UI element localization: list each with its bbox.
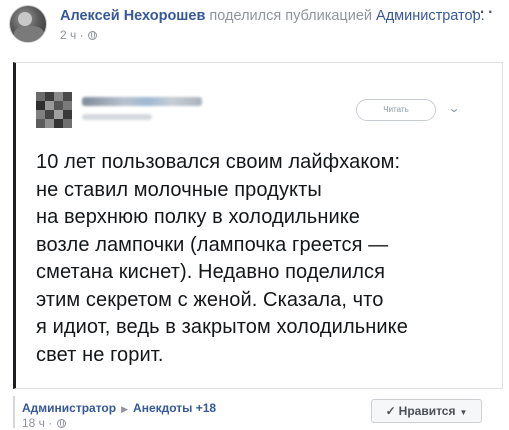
blurred-handle	[82, 114, 152, 120]
more-options-icon[interactable]: ···	[470, 0, 495, 22]
chevron-down-icon: ⌄	[447, 101, 461, 115]
meta-separator: ·	[76, 28, 87, 42]
like-button[interactable]: ✓ Нравится ▼	[371, 399, 482, 423]
blurred-username	[82, 97, 202, 106]
blurred-avatar	[36, 92, 72, 128]
footer-meta: 18 ч ·	[22, 416, 66, 430]
post-header: Алексей Нехорошев поделился публикацией …	[0, 0, 509, 56]
footer-divider	[13, 396, 15, 428]
checkmark-icon: ✓	[385, 404, 396, 418]
footer-timestamp[interactable]: 18 ч	[22, 416, 45, 430]
tweet-text: 10 лет пользовался своим лайфхаком: не с…	[36, 151, 408, 366]
like-button-label: Нравится	[398, 404, 456, 418]
breadcrumb-group-link[interactable]: Анекдоты +18	[133, 401, 216, 415]
footer-meta-separator: ·	[44, 416, 56, 430]
globe-icon	[87, 31, 97, 40]
globe-icon	[56, 419, 66, 428]
post-timestamp[interactable]: 2 ч	[60, 28, 76, 42]
breadcrumb-page-link[interactable]: Администратор	[22, 401, 116, 415]
post-footer: Администратор ▶ Анекдоты +18 18 ч · ✓ Нрави…	[0, 392, 509, 430]
author-line: Алексей Нехорошев поделился публикацией …	[60, 8, 485, 24]
shared-page-link[interactable]: Администратор.	[376, 8, 485, 24]
caret-down-icon: ▼	[459, 408, 468, 417]
breadcrumb: Администратор ▶ Анекдоты +18	[22, 401, 216, 415]
triangle-right-icon: ▶	[121, 404, 129, 414]
author-avatar[interactable]	[9, 5, 47, 43]
follow-button: Читать	[356, 99, 436, 121]
shared-tweet-image[interactable]: Читать ⌄ 10 лет пользовался своим лайфха…	[13, 62, 503, 389]
shared-text: поделился публикацией	[209, 8, 372, 24]
post-meta: 2 ч ·	[60, 28, 97, 42]
author-name-link[interactable]: Алексей Нехорошев	[60, 8, 205, 24]
